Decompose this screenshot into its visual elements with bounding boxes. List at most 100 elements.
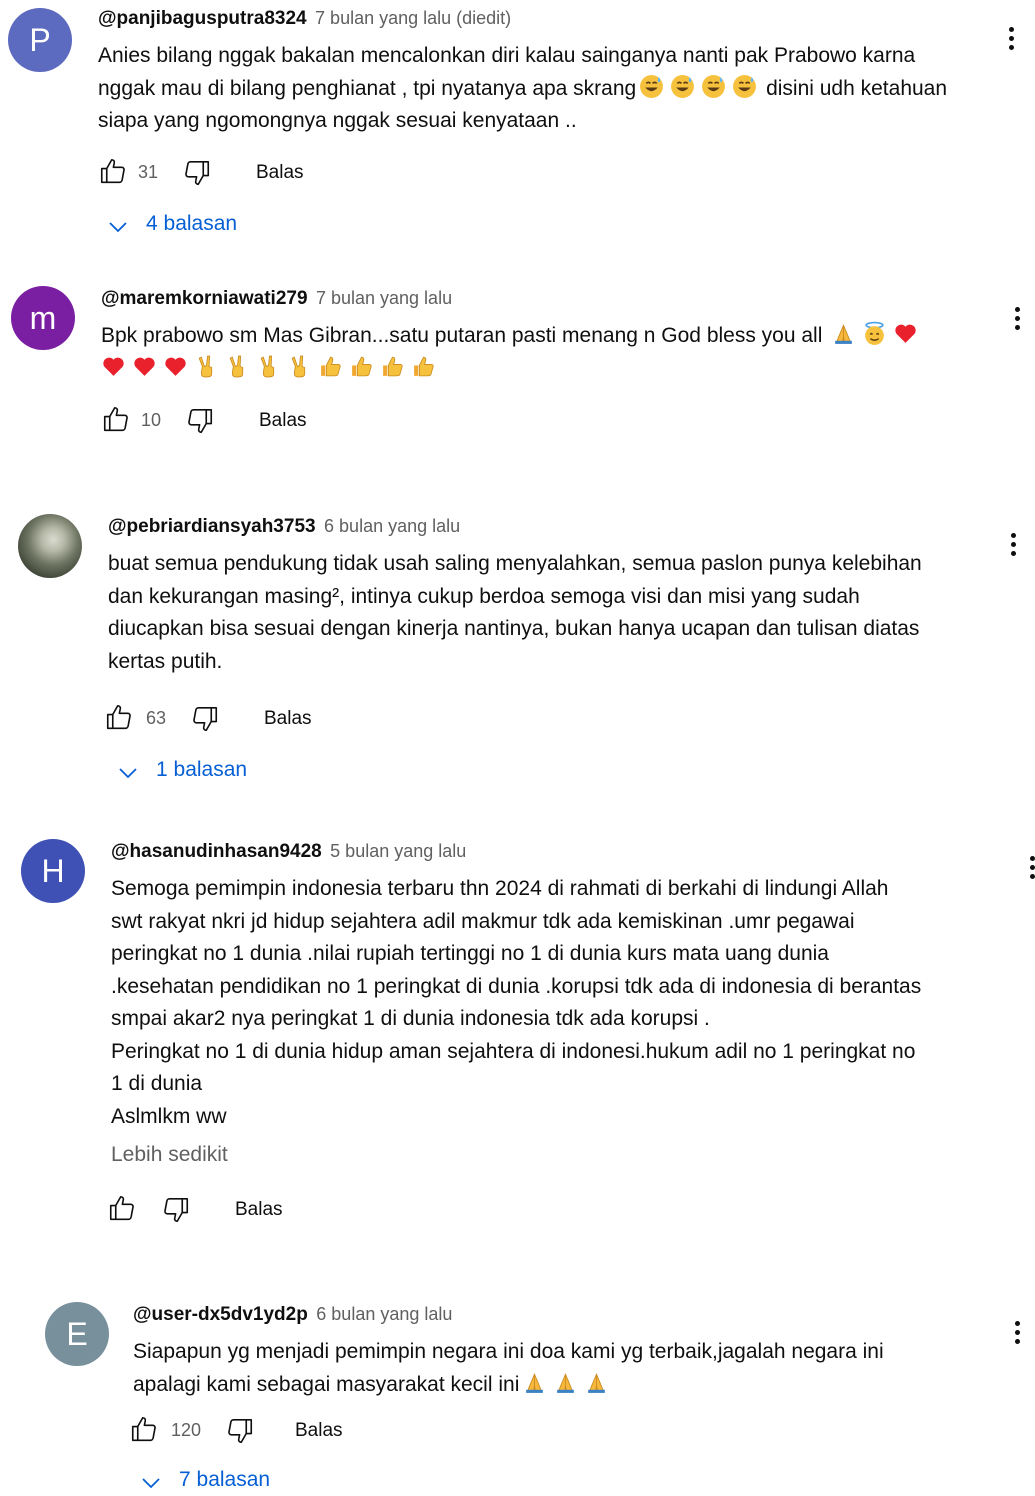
sweat-smile-emoji-icon bbox=[671, 74, 695, 98]
comment-actions: 31 Balas bbox=[98, 156, 398, 188]
thumbs-down-icon[interactable] bbox=[185, 406, 215, 436]
reply-button[interactable]: Balas bbox=[235, 1199, 283, 1221]
author-name[interactable]: @pebriardiansyah3753 bbox=[108, 516, 316, 537]
thumbs-up-emoji-icon bbox=[321, 356, 341, 376]
chevron-down-icon bbox=[142, 1478, 160, 1489]
comment-actions: Balas bbox=[109, 1193, 411, 1225]
comment-actions: 63 Balas bbox=[106, 702, 408, 734]
comment-body: @user-dx5dv1yd2p 6 bulan yang lalu Siapa… bbox=[131, 1304, 1003, 1491]
avatar[interactable] bbox=[18, 514, 82, 578]
reply-button[interactable]: Balas bbox=[259, 410, 307, 432]
author-name[interactable]: @user-dx5dv1yd2p bbox=[133, 1304, 308, 1325]
emoji-group bbox=[828, 321, 921, 347]
like-count: 63 bbox=[146, 708, 167, 728]
emoji-group bbox=[636, 74, 766, 100]
comment-text: Anies bilang nggak bakalan mencalonkan d… bbox=[98, 40, 978, 138]
reply-button[interactable]: Balas bbox=[264, 708, 312, 730]
thumbs-up-emoji-icon bbox=[414, 356, 434, 376]
more-vert-icon[interactable] bbox=[1007, 1318, 1027, 1348]
chevron-down-icon bbox=[119, 768, 137, 779]
timestamp[interactable]: 7 bulan yang lalu bbox=[316, 288, 452, 308]
timestamp[interactable]: 6 bulan yang lalu bbox=[324, 516, 460, 536]
avatar[interactable]: P bbox=[8, 8, 72, 72]
heart-emoji-icon bbox=[895, 324, 916, 343]
thumbs-up-icon[interactable] bbox=[129, 1414, 159, 1444]
avatar-letter: H bbox=[41, 853, 65, 889]
replies-count: 7 balasan bbox=[179, 1468, 271, 1491]
like-count: 31 bbox=[138, 162, 159, 182]
avatar[interactable]: H bbox=[21, 839, 85, 903]
pray-emoji-icon bbox=[835, 324, 853, 344]
comment-text: Bpk prabowo sm Mas Gibran...satu putaran… bbox=[101, 320, 991, 385]
thumbs-up-emoji-icon bbox=[383, 356, 403, 376]
more-vert-icon[interactable] bbox=[1003, 530, 1023, 560]
view-replies-button[interactable]: 1 balasan bbox=[116, 756, 316, 786]
comment-text-part: Bpk prabowo sm Mas Gibran...satu putaran… bbox=[101, 324, 823, 347]
comment-header: @hasanudinhasan9428 5 bulan yang lalu bbox=[111, 841, 466, 863]
avatar[interactable]: E bbox=[45, 1302, 109, 1366]
thumbs-down-icon[interactable] bbox=[225, 1416, 255, 1446]
comment-header: @panjibagusputra8324 7 bulan yang lalu (… bbox=[98, 8, 511, 30]
thumbs-up-icon[interactable] bbox=[101, 404, 131, 434]
comment-body: @hasanudinhasan9428 5 bulan yang lalu Se… bbox=[109, 841, 1011, 1231]
comment-text-part: Siapapun yg menjadi pemimpin negara ini … bbox=[133, 1340, 884, 1363]
timestamp[interactable]: 6 bulan yang lalu bbox=[316, 1304, 452, 1324]
comment-thread: @pebriardiansyah3753 6 bulan yang lalu b… bbox=[0, 508, 1035, 793]
comment-header: @pebriardiansyah3753 6 bulan yang lalu bbox=[108, 516, 460, 538]
avatar-letter: E bbox=[66, 1316, 88, 1352]
reply-button[interactable]: Balas bbox=[256, 162, 304, 184]
avatar[interactable]: m bbox=[11, 286, 75, 350]
author-name[interactable]: @maremkorniawati279 bbox=[101, 288, 308, 309]
thumbs-down-icon[interactable] bbox=[161, 1195, 191, 1225]
thumbs-up-emoji-icon bbox=[352, 356, 372, 376]
author-name[interactable]: @panjibagusputra8324 bbox=[98, 8, 307, 29]
comment-body: @pebriardiansyah3753 6 bulan yang lalu b… bbox=[106, 516, 1008, 791]
replies-count: 4 balasan bbox=[146, 212, 238, 235]
thumbs-down-icon[interactable] bbox=[190, 704, 220, 734]
pray-emoji-icon bbox=[557, 1372, 575, 1393]
thumbs-down-icon[interactable] bbox=[182, 158, 212, 188]
like-count: 120 bbox=[171, 1420, 202, 1440]
more-vert-icon[interactable] bbox=[1022, 853, 1035, 883]
heart-emoji-icon bbox=[165, 357, 186, 376]
timestamp[interactable]: 5 bulan yang lalu bbox=[330, 841, 466, 861]
comment-text: Semoga pemimpin indonesia terbaru thn 20… bbox=[111, 877, 922, 1128]
comment-body: @panjibagusputra8324 7 bulan yang lalu (… bbox=[98, 8, 998, 248]
thumbs-up-icon[interactable] bbox=[104, 702, 134, 732]
sweat-smile-emoji-icon bbox=[733, 74, 757, 98]
heart-emoji-icon bbox=[134, 357, 155, 376]
avatar-letter: P bbox=[29, 22, 51, 58]
heart-emoji-icon bbox=[103, 357, 124, 376]
view-replies-button[interactable]: 7 balasan bbox=[139, 1466, 339, 1496]
comment-text: buat semua pendukung tidak usah saling m… bbox=[108, 552, 922, 673]
author-name[interactable]: @hasanudinhasan9428 bbox=[111, 841, 322, 862]
comment-thread: m @maremkorniawati279 7 bulan yang lalu … bbox=[0, 280, 1035, 450]
comment-text: Siapapun yg menjadi pemimpin negara ini … bbox=[133, 1336, 993, 1401]
pray-emoji-icon bbox=[588, 1372, 606, 1393]
more-vert-icon[interactable] bbox=[1001, 24, 1021, 54]
reply-button[interactable]: Balas bbox=[295, 1420, 343, 1442]
thumbs-up-icon[interactable] bbox=[98, 156, 128, 186]
halo-emoji-icon bbox=[865, 321, 885, 345]
more-vert-icon[interactable] bbox=[1007, 304, 1027, 334]
like-count: 10 bbox=[141, 410, 162, 430]
chevron-down-icon bbox=[109, 222, 127, 233]
victory-hand-emoji-icon bbox=[198, 355, 213, 377]
comment-thread: E @user-dx5dv1yd2p 6 bulan yang lalu Sia… bbox=[0, 1296, 1035, 1491]
view-replies-button[interactable]: 4 balasan bbox=[106, 210, 306, 240]
comment-header: @maremkorniawati279 7 bulan yang lalu bbox=[101, 288, 452, 310]
comment-thread: P @panjibagusputra8324 7 bulan yang lalu… bbox=[0, 0, 1035, 250]
comment-actions: 10 Balas bbox=[101, 404, 401, 436]
emoji-group bbox=[519, 1372, 612, 1396]
victory-hand-emoji-icon bbox=[229, 355, 244, 377]
show-less-button[interactable]: Lebih sedikit bbox=[111, 1143, 228, 1167]
victory-hand-emoji-icon bbox=[260, 355, 275, 377]
avatar-letter: m bbox=[29, 300, 57, 336]
timestamp[interactable]: 7 bulan yang lalu (diedit) bbox=[315, 8, 511, 28]
comment-header: @user-dx5dv1yd2p 6 bulan yang lalu bbox=[133, 1304, 452, 1326]
comment-actions: 120 Balas bbox=[131, 1414, 433, 1446]
sweat-smile-emoji-icon bbox=[640, 74, 664, 98]
pray-emoji-icon bbox=[526, 1372, 544, 1393]
comment-thread: H @hasanudinhasan9428 5 bulan yang lalu … bbox=[0, 833, 1035, 1233]
thumbs-up-icon[interactable] bbox=[107, 1193, 137, 1223]
